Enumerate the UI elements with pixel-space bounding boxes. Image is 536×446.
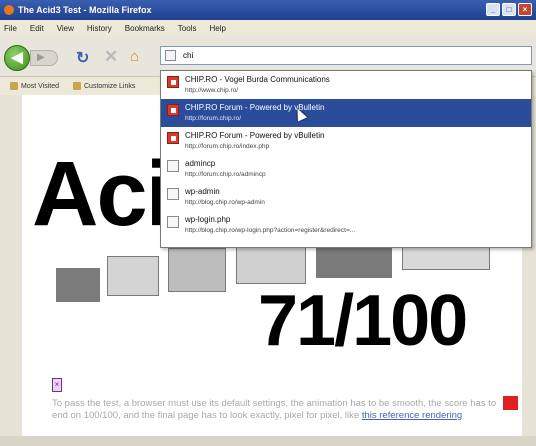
bookmark-label: Customize Links xyxy=(84,82,136,90)
menu-history[interactable]: History xyxy=(87,24,112,33)
acid-box-3 xyxy=(168,248,226,292)
bookmark-customize-links[interactable]: Customize Links xyxy=(73,82,135,90)
suggestion-item[interactable]: CHIP.RO Forum - Powered by vBulletin htt… xyxy=(161,127,531,155)
suggestion-url: http://www.chip.ro/ xyxy=(185,87,239,94)
home-icon[interactable]: ⌂ xyxy=(130,48,139,65)
suggestion-title: CHIP.RO Forum - Powered by vBulletin xyxy=(185,131,325,140)
suggestion-url: http://forum.chip.ro/index.php xyxy=(185,143,270,150)
menu-tools[interactable]: Tools xyxy=(178,24,197,33)
maximize-button[interactable]: □ xyxy=(502,3,516,16)
suggestion-url: http://forum.chip.ro/ xyxy=(185,115,241,122)
suggestion-item[interactable]: wp-login.php http://blog.chip.ro/wp-logi… xyxy=(161,211,531,239)
acid-box-1 xyxy=(56,268,100,302)
suggestion-title: CHIP.RO Forum - Powered by vBulletin xyxy=(185,103,325,112)
close-button[interactable]: × xyxy=(518,3,532,16)
suggestion-item[interactable]: wp-admin http://blog.chip.ro/wp-admin xyxy=(161,183,531,211)
window-title: The Acid3 Test - Mozilla Firefox xyxy=(18,5,152,15)
minimize-button[interactable]: _ xyxy=(486,3,500,16)
status-bar xyxy=(0,436,536,446)
firefox-icon xyxy=(4,5,14,15)
acid-box-4 xyxy=(236,244,306,284)
broken-image-icon: × xyxy=(52,378,62,392)
menu-help[interactable]: Help xyxy=(209,24,225,33)
suggestion-item-selected[interactable]: CHIP.RO Forum - Powered by vBulletin htt… xyxy=(161,99,531,127)
page-frame-left xyxy=(0,95,22,446)
red-square xyxy=(503,396,518,410)
back-arrow-icon[interactable]: ◀ xyxy=(4,45,30,71)
suggestion-title: wp-admin xyxy=(185,187,220,196)
page-icon xyxy=(165,50,176,61)
suggestion-url: http://blog.chip.ro/wp-login.php?action=… xyxy=(185,227,356,234)
acid-box-2 xyxy=(107,256,159,296)
acid-title: Aci xyxy=(32,143,171,245)
menu-edit[interactable]: Edit xyxy=(30,24,44,33)
menu-bookmarks[interactable]: Bookmarks xyxy=(125,24,165,33)
address-bar[interactable]: chi xyxy=(160,46,532,65)
page-icon xyxy=(167,216,179,228)
menu-bar: File Edit View History Bookmarks Tools H… xyxy=(0,20,536,37)
suggestion-title: admincp xyxy=(185,159,216,168)
test-description: To pass the test, a browser must use its… xyxy=(52,398,500,422)
page-icon xyxy=(167,160,179,172)
window-titlebar: The Acid3 Test - Mozilla Firefox _ □ × xyxy=(0,0,536,20)
address-value: chi xyxy=(183,51,194,60)
window-controls: _ □ × xyxy=(486,3,532,16)
bookmark-icon xyxy=(73,82,81,90)
bookmark-icon xyxy=(10,82,18,90)
acid-score: 71/100 xyxy=(258,281,468,361)
chip-favicon-icon xyxy=(167,104,179,116)
bookmark-most-visited[interactable]: Most Visited xyxy=(10,82,59,90)
menu-file[interactable]: File xyxy=(4,24,17,33)
suggestion-item[interactable]: CHIP.RO - Vogel Burda Communications htt… xyxy=(161,71,531,99)
suggestion-url: http://blog.chip.ro/wp-admin xyxy=(185,199,265,206)
chip-favicon-icon xyxy=(167,132,179,144)
bookmark-label: Most Visited xyxy=(21,82,59,90)
suggestion-title: wp-login.php xyxy=(185,215,231,224)
stop-icon[interactable]: ✕ xyxy=(104,47,118,67)
reference-rendering-link[interactable]: this reference rendering xyxy=(362,410,462,421)
suggestion-url: http://forum.chip.ro/admincp xyxy=(185,171,266,178)
acid-box-5 xyxy=(316,244,392,278)
reload-icon[interactable]: ↻ xyxy=(76,48,89,68)
chip-favicon-icon xyxy=(167,76,179,88)
page-icon xyxy=(167,188,179,200)
suggestion-title: CHIP.RO - Vogel Burda Communications xyxy=(185,75,330,84)
suggestion-item[interactable]: admincp http://forum.chip.ro/admincp xyxy=(161,155,531,183)
menu-view[interactable]: View xyxy=(57,24,74,33)
forward-arrow-icon[interactable]: ▶ xyxy=(30,50,58,66)
url-autocomplete-dropdown: CHIP.RO - Vogel Burda Communications htt… xyxy=(160,70,532,248)
